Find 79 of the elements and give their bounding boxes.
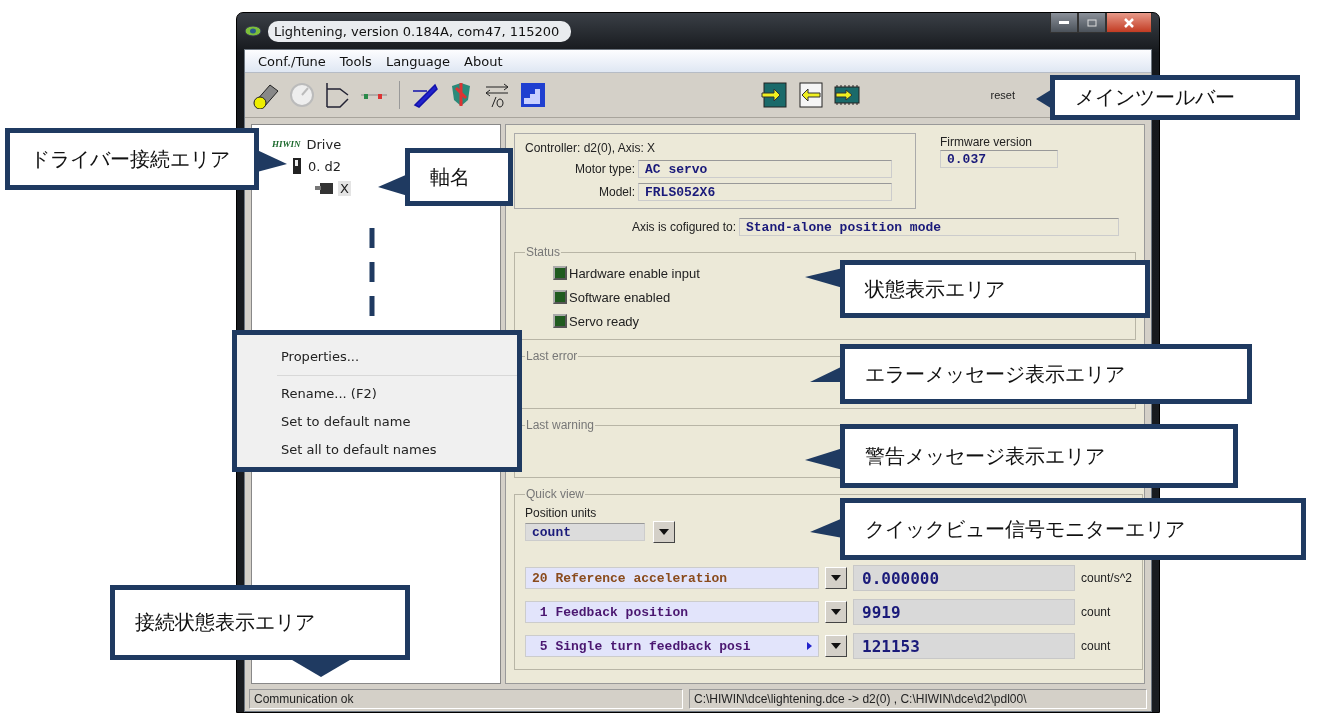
model-field: FRLS052X6 (638, 183, 892, 201)
group-title: Last error (525, 349, 579, 363)
field-label: Axis is cofigured to: (630, 220, 736, 234)
export-icon (796, 81, 826, 109)
minimize-icon (1059, 20, 1069, 25)
status-label: Servo ready (569, 313, 640, 329)
dropdown-button[interactable] (825, 635, 847, 657)
signal-value: 9919 (853, 599, 1075, 625)
tree-item[interactable]: X (338, 180, 351, 196)
signal-value: 121153 (853, 633, 1075, 659)
callout-label: メインツールバー (1050, 75, 1300, 120)
callout-label: 警告メッセージ表示エリア (840, 424, 1238, 488)
app-logo-icon (244, 25, 262, 37)
menu-item[interactable]: Set all to default names (237, 435, 517, 463)
signal-select[interactable]: 1 Feedback position (525, 601, 819, 623)
unit-label: count/s^2 (1081, 571, 1132, 585)
close-icon (1124, 17, 1134, 28)
maximize-button[interactable] (1078, 13, 1106, 33)
menu-item[interactable]: Properties... (237, 343, 517, 371)
minimize-button[interactable] (1050, 13, 1078, 33)
field-label: Position units (525, 506, 597, 520)
units-select[interactable]: count (525, 523, 645, 541)
group-title: Last warning (525, 418, 596, 432)
caret-down-icon (831, 643, 841, 649)
import-icon (760, 81, 790, 109)
step-chart-icon (520, 82, 546, 108)
menu-item[interactable]: Tools (332, 53, 379, 69)
unit-label: count (1081, 639, 1111, 653)
motor-icon (314, 181, 334, 195)
dropdown-button[interactable] (825, 567, 847, 589)
status-label: Software enabled (569, 289, 671, 305)
dropdown-button[interactable] (825, 601, 847, 623)
menu-item[interactable]: About (457, 53, 510, 69)
firmware-field: 0.037 (940, 150, 1058, 168)
pen-icon (411, 81, 439, 109)
shield-icon (450, 82, 472, 108)
maximize-icon (1087, 18, 1097, 27)
menu-item[interactable]: Conf./Tune (251, 53, 333, 69)
menu-item[interactable]: Language (378, 53, 458, 69)
menu-item[interactable]: Rename... (F2) (237, 379, 517, 408)
callout-label: エラーメッセージ表示エリア (840, 344, 1252, 404)
toolbar-button[interactable] (760, 80, 790, 110)
overflow-arrow-icon (807, 642, 812, 650)
dropdown-button[interactable] (653, 521, 675, 543)
motor-type-field: AC servo (638, 160, 892, 178)
group-title: Status (525, 245, 562, 259)
caret-down-icon (831, 575, 841, 581)
file-path-status: C:\HIWIN\dce\lightening.dce -> d2(0) , C:\HIWIN\dce\d2\pdl00\ (689, 689, 1147, 709)
drive-unit-icon (292, 157, 302, 175)
caret-down-icon (659, 529, 669, 535)
toolbar-button[interactable] (518, 80, 548, 110)
brand-logo: HIWIN (272, 139, 301, 149)
field-label: Motor type: (573, 162, 635, 176)
tree-item[interactable]: Drive (304, 136, 344, 152)
field-label: Model: (597, 185, 635, 199)
callout-label: ドライバー接続エリア (5, 128, 259, 190)
reset-button[interactable]: reset (988, 87, 1017, 103)
menu-item[interactable]: Set to default name (237, 407, 517, 436)
callout-label: 接続状態表示エリア (110, 585, 410, 660)
connection-status: Communication ok (249, 689, 683, 709)
caret-down-icon (831, 609, 841, 615)
signal-value: 0.000000 (853, 565, 1075, 591)
window-title: Lightening, version 0.184A, com47, 115200 (268, 20, 572, 42)
status-label: Hardware enable input (569, 265, 700, 281)
signal-select[interactable]: 5 Single turn feedback posi (525, 635, 819, 657)
tree-item[interactable]: 0. d2 (306, 158, 344, 174)
group-title: Quick view (525, 487, 585, 501)
callout-label: 軸名 (405, 148, 513, 206)
curve-chart-icon (324, 81, 352, 109)
toolbar-button[interactable] (796, 80, 826, 110)
gauge-icon (288, 81, 316, 109)
callout-label: 状態表示エリア (840, 260, 1150, 318)
close-button[interactable] (1106, 13, 1152, 33)
field-label: Firmware version (940, 135, 1033, 149)
controller-label: Controller: d2(0), Axis: X (525, 141, 657, 155)
signal-select[interactable]: 20 Reference acceleration (525, 567, 819, 589)
unit-label: count (1081, 605, 1111, 619)
axis-mode-field: Stand-alone position mode (739, 218, 1119, 236)
callout-label: クイックビュー信号モニターエリア (840, 498, 1306, 560)
